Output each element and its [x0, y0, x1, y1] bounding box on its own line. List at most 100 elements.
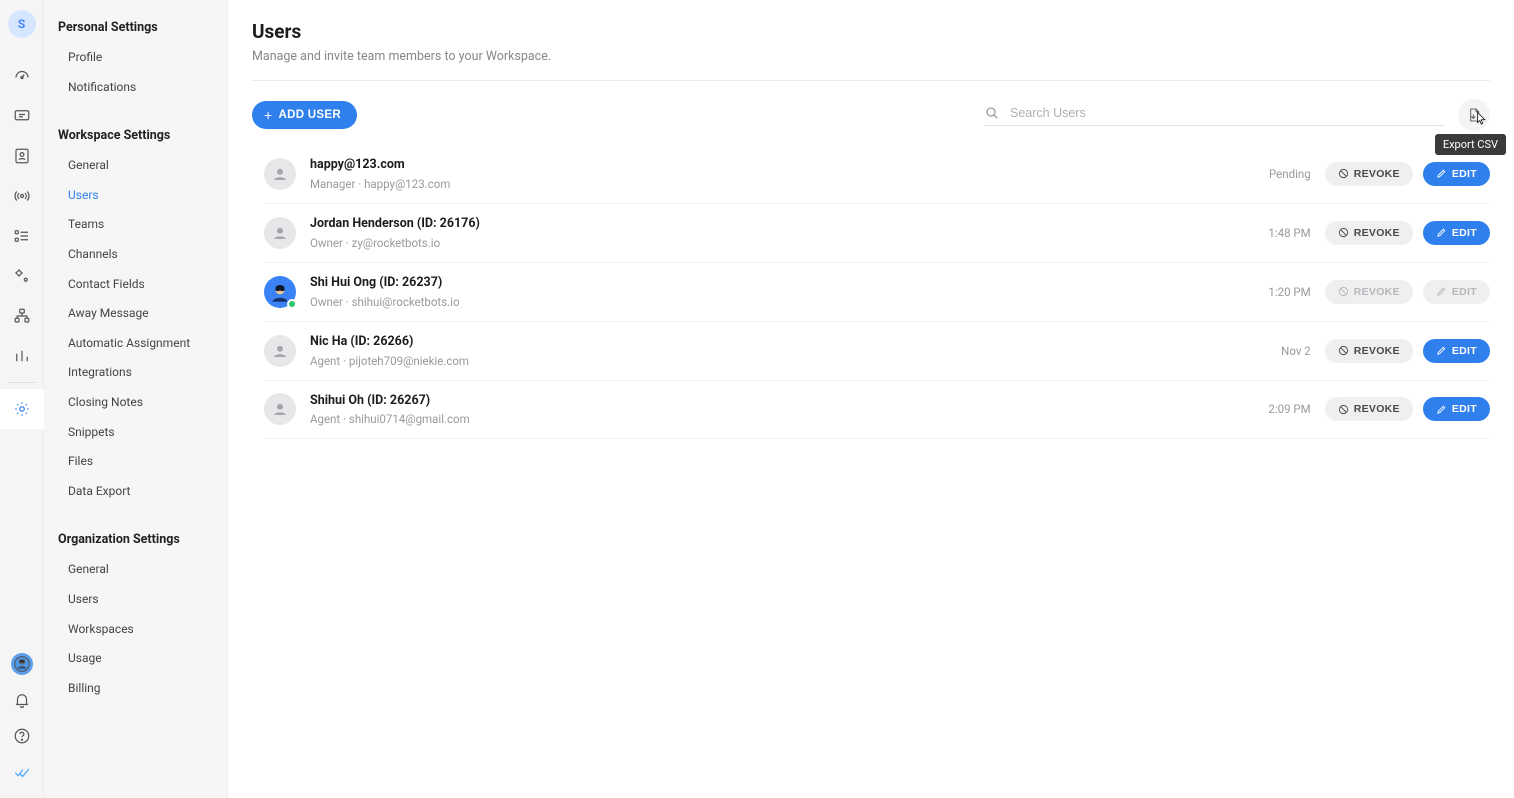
user-avatar [264, 158, 296, 190]
sidebar-item-ws-contact-fields[interactable]: Contact Fields [44, 270, 227, 300]
user-avatar [264, 276, 296, 308]
sidebar-item-org-usage[interactable]: Usage [44, 644, 227, 674]
search-input[interactable] [1010, 106, 1444, 120]
user-meta: Owner · shihui@rocketbots.io [310, 295, 1231, 309]
sidebar-item-ws-away-message[interactable]: Away Message [44, 299, 227, 329]
plus-icon: + [264, 108, 272, 122]
sidebar-item-profile[interactable]: Profile [44, 43, 227, 73]
revoke-button[interactable]: REVOKE [1325, 397, 1413, 421]
sidebar-item-ws-files[interactable]: Files [44, 447, 227, 477]
edit-label: EDIT [1452, 403, 1477, 415]
sidebar-item-ws-snippets[interactable]: Snippets [44, 418, 227, 448]
add-user-label: ADD USER [278, 109, 340, 121]
user-name: Shihui Oh (ID: 26267) [310, 393, 1231, 410]
nav-broadcast-icon[interactable] [0, 176, 44, 216]
search-field[interactable] [984, 105, 1444, 126]
user-info: happy@123.com Manager · happy@123.com [310, 157, 1231, 191]
sidebar-item-ws-closing-notes[interactable]: Closing Notes [44, 388, 227, 418]
rail-user-avatar-icon[interactable] [0, 646, 44, 682]
page-subtitle: Manage and invite team members to your W… [252, 49, 1490, 81]
toolbar: + ADD USER [252, 81, 1490, 145]
add-user-button[interactable]: + ADD USER [252, 101, 357, 129]
sidebar-item-ws-data-export[interactable]: Data Export [44, 477, 227, 507]
sidebar-item-org-workspaces[interactable]: Workspaces [44, 615, 227, 645]
sidebar-item-ws-channels[interactable]: Channels [44, 240, 227, 270]
online-status-dot [287, 299, 297, 309]
edit-button[interactable]: EDIT [1423, 162, 1490, 186]
sidebar-item-ws-general[interactable]: General [44, 151, 227, 181]
edit-button[interactable]: EDIT [1423, 397, 1490, 421]
user-timestamp: 2:09 PM [1231, 402, 1311, 416]
user-timestamp: 1:48 PM [1231, 226, 1311, 240]
revoke-button[interactable]: REVOKE [1325, 221, 1413, 245]
nav-automation-icon[interactable] [0, 256, 44, 296]
user-name: Jordan Henderson (ID: 26176) [310, 216, 1231, 233]
edit-button: EDIT [1423, 280, 1490, 304]
user-meta: Agent · pijoteh709@niekie.com [310, 354, 1231, 368]
sidebar-item-ws-auto-assignment[interactable]: Automatic Assignment [44, 329, 227, 359]
nav-reports-icon[interactable] [0, 336, 44, 376]
user-meta: Owner · zy@rocketbots.io [310, 236, 1231, 250]
user-info: Jordan Henderson (ID: 26176) Owner · zy@r… [310, 216, 1231, 250]
user-timestamp: Nov 2 [1231, 344, 1311, 358]
sidebar-item-org-billing[interactable]: Billing [44, 674, 227, 704]
nav-org-icon[interactable] [0, 296, 44, 336]
user-list: happy@123.com Manager · happy@123.comPend… [252, 145, 1490, 439]
sidebar-item-ws-teams[interactable]: Teams [44, 210, 227, 240]
user-meta: Agent · shihui0714@gmail.com [310, 412, 1231, 426]
search-icon [984, 105, 1000, 121]
nav-contacts-icon[interactable] [0, 136, 44, 176]
sidebar-item-notifications[interactable]: Notifications [44, 73, 227, 103]
user-row: Jordan Henderson (ID: 26176) Owner · zy@r… [264, 204, 1490, 263]
nav-workflows-icon[interactable] [0, 216, 44, 256]
user-avatar [264, 393, 296, 425]
edit-button[interactable]: EDIT [1423, 339, 1490, 363]
rail-help-icon[interactable] [0, 718, 44, 754]
rail-status-icon[interactable] [0, 754, 44, 790]
main-content: Users Manage and invite team members to … [228, 0, 1514, 798]
edit-label: EDIT [1452, 168, 1477, 180]
workspace-avatar[interactable]: S [8, 10, 36, 38]
user-meta: Manager · happy@123.com [310, 177, 1231, 191]
sidebar-section-personal: Personal Settings [44, 14, 227, 43]
user-avatar [264, 217, 296, 249]
edit-label: EDIT [1452, 227, 1477, 239]
export-csv-button[interactable] [1458, 99, 1490, 131]
nav-dashboard-icon[interactable] [0, 56, 44, 96]
page-title: Users [252, 20, 1490, 43]
user-timestamp: 1:20 PM [1231, 285, 1311, 299]
user-name: Shi Hui Ong (ID: 26237) [310, 275, 1231, 292]
revoke-label: REVOKE [1354, 168, 1400, 180]
rail-notifications-icon[interactable] [0, 682, 44, 718]
user-name: Nic Ha (ID: 26266) [310, 334, 1231, 351]
user-row: Nic Ha (ID: 26266) Agent · pijoteh709@nie… [264, 322, 1490, 381]
user-row: Shihui Oh (ID: 26267) Agent · shihui0714@… [264, 381, 1490, 440]
edit-button[interactable]: EDIT [1423, 221, 1490, 245]
user-info: Shi Hui Ong (ID: 26237) Owner · shihui@ro… [310, 275, 1231, 309]
export-csv-tooltip: Export CSV [1435, 134, 1506, 155]
sidebar-item-ws-users[interactable]: Users [44, 181, 227, 211]
revoke-label: REVOKE [1354, 345, 1400, 357]
user-row: Shi Hui Ong (ID: 26237) Owner · shihui@ro… [264, 263, 1490, 322]
sidebar-item-org-users[interactable]: Users [44, 585, 227, 615]
user-avatar [264, 335, 296, 367]
icon-rail: S [0, 0, 44, 798]
nav-messages-icon[interactable] [0, 96, 44, 136]
export-file-icon [1466, 107, 1482, 123]
edit-label: EDIT [1452, 345, 1477, 357]
edit-label: EDIT [1452, 286, 1477, 298]
sidebar-item-ws-integrations[interactable]: Integrations [44, 358, 227, 388]
user-info: Nic Ha (ID: 26266) Agent · pijoteh709@nie… [310, 334, 1231, 368]
revoke-label: REVOKE [1354, 286, 1400, 298]
user-timestamp: Pending [1231, 167, 1311, 181]
user-row: happy@123.com Manager · happy@123.comPend… [264, 145, 1490, 204]
revoke-button: REVOKE [1325, 280, 1413, 304]
user-info: Shihui Oh (ID: 26267) Agent · shihui0714@… [310, 393, 1231, 427]
sidebar-section-workspace: Workspace Settings [44, 122, 227, 151]
revoke-label: REVOKE [1354, 227, 1400, 239]
nav-settings-icon[interactable] [0, 389, 44, 429]
sidebar-item-org-general[interactable]: General [44, 555, 227, 585]
revoke-button[interactable]: REVOKE [1325, 339, 1413, 363]
revoke-button[interactable]: REVOKE [1325, 162, 1413, 186]
user-name: happy@123.com [310, 157, 1231, 174]
